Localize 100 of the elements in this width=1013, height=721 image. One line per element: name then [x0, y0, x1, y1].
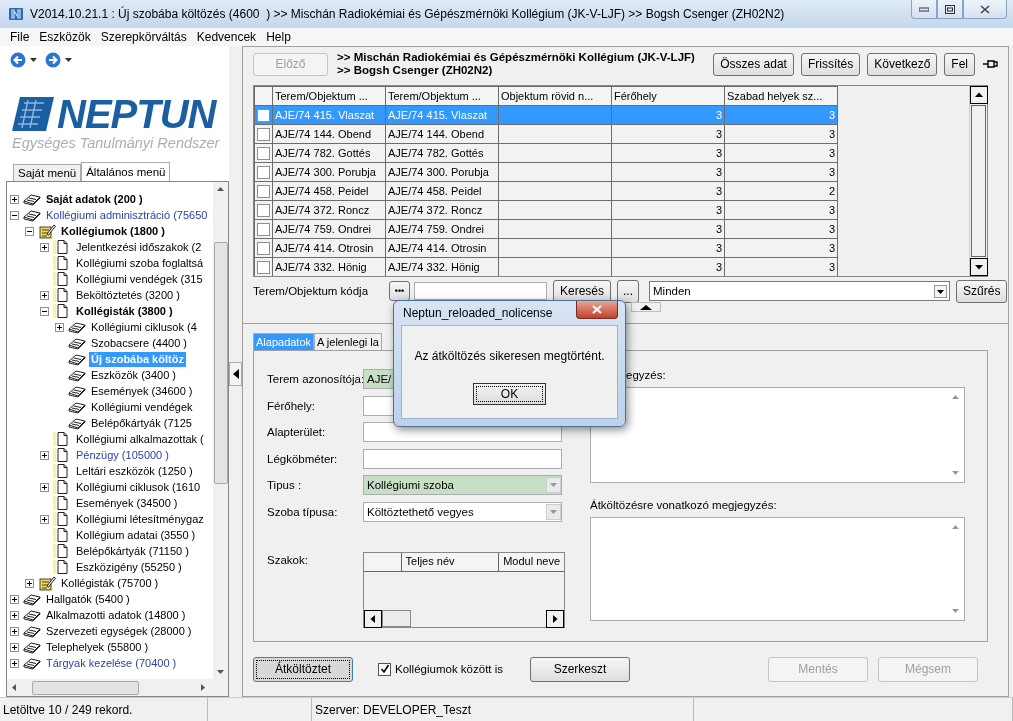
scrollbar-thumb[interactable] — [971, 105, 986, 257]
checkbox-label[interactable]: Kollégiumok között is — [395, 663, 504, 675]
menu-tab[interactable]: Általános menü — [81, 162, 171, 181]
table-row[interactable]: AJE/74 372. Roncz AJE/74 372. Roncz 3 3 — [254, 200, 838, 220]
scrollbar-thumb[interactable] — [382, 609, 411, 627]
table-row[interactable]: AJE/74 144. Obend AJE/74 144. Obend 3 3 — [254, 124, 838, 144]
dropdown-caret-icon[interactable] — [65, 58, 72, 62]
pin-icon[interactable] — [982, 58, 998, 70]
scroll-left-icon[interactable] — [364, 609, 382, 628]
tree-item[interactable]: Szervezeti egységek (28000 ) — [44, 623, 194, 639]
tree-item[interactable]: Beköltöztetés (3200 ) — [74, 287, 182, 303]
dropdown-field[interactable]: Költöztethető vegyes — [363, 501, 562, 522]
tree-item[interactable]: Leltári eszközök (1250 ) — [74, 463, 195, 479]
more-button[interactable]: ... — [617, 279, 640, 303]
menu-item[interactable]: Kedvencek — [191, 30, 262, 44]
column-header[interactable]: Terem/Objektum ... — [272, 86, 386, 106]
tree-item[interactable]: Saját adatok (200 ) — [44, 191, 145, 207]
tree-item[interactable]: Szobacsere (4400 ) — [89, 335, 189, 351]
tree-item[interactable]: Kollégiumi ciklusok (1610 — [74, 479, 203, 495]
tree-item[interactable]: Események (34500 ) — [74, 495, 180, 511]
toolbar-button[interactable]: Összes adat — [713, 52, 794, 76]
table-row[interactable]: AJE/74 782. Gottés AJE/74 782. Gottés 3 3 — [254, 143, 838, 163]
row-checkbox[interactable] — [257, 127, 270, 141]
row-checkbox[interactable] — [257, 165, 270, 179]
ok-button[interactable]: OK — [473, 383, 546, 405]
menu-item[interactable]: Help — [261, 30, 296, 44]
filter-dropdown[interactable]: Minden — [649, 281, 951, 301]
expand-icon[interactable] — [40, 514, 49, 524]
tree-item[interactable]: Kollégisták (3800 ) — [74, 303, 175, 319]
toolbar-button[interactable]: Fel — [944, 52, 975, 76]
tree-item[interactable]: Eszközök (3400 ) — [89, 367, 178, 383]
tree-item[interactable]: Események (34600 ) — [89, 383, 195, 399]
collapse-icon[interactable] — [25, 226, 34, 236]
column-header[interactable]: Teljes név — [401, 552, 500, 571]
tree-item[interactable]: Hallgatók (5400 ) — [44, 591, 132, 607]
filter-button[interactable]: Szűrés — [956, 279, 1008, 303]
collapse-up-icon[interactable] — [631, 302, 661, 312]
row-checkbox[interactable] — [257, 203, 270, 217]
menu-item[interactable]: Szerepkörváltás — [95, 30, 192, 44]
lookup-button[interactable]: ••• — [389, 281, 410, 301]
tree-item[interactable]: Jelentkezési időszakok (2 — [74, 239, 204, 255]
menu-item[interactable]: File — [5, 30, 35, 44]
scroll-down-icon[interactable] — [970, 258, 988, 276]
close-button[interactable] — [576, 301, 618, 319]
row-checkbox[interactable] — [257, 184, 270, 198]
tree-item[interactable]: Alkalmazotti adatok (14800 ) — [44, 607, 188, 623]
checkbox[interactable] — [378, 662, 391, 676]
menu-item[interactable]: Eszközök — [34, 30, 96, 44]
scroll-up-icon[interactable] — [970, 86, 988, 104]
column-header[interactable]: Férőhely — [611, 86, 725, 106]
menu-tab[interactable]: Saját menü — [13, 164, 82, 181]
scrollbar[interactable] — [969, 86, 987, 276]
dropdown-field[interactable]: Kollégiumi szoba — [363, 475, 562, 495]
scrollbar[interactable] — [7, 679, 228, 696]
table-row[interactable]: AJE/74 414. Otrosin AJE/74 414. Otrosin 3 3 — [254, 238, 838, 258]
collapse-icon[interactable] — [10, 210, 19, 220]
collapse-panel-button[interactable] — [229, 362, 242, 386]
expand-icon[interactable] — [10, 194, 19, 204]
tree-item[interactable]: Kollégiumi vendégek — [89, 399, 195, 415]
text-field[interactable] — [363, 448, 562, 469]
column-header[interactable]: Terem/Objektum ... — [385, 86, 499, 106]
row-checkbox[interactable] — [257, 222, 270, 236]
move-button[interactable]: Átköltöztet — [253, 656, 353, 682]
expand-icon[interactable] — [40, 482, 49, 492]
table-row[interactable]: AJE/74 300. Porubja AJE/74 300. Porubja 3 3 — [254, 162, 838, 182]
column-header[interactable]: Szabad helyek sz... — [724, 86, 838, 106]
scrollbar[interactable] — [213, 182, 228, 679]
tree-item[interactable]: Kollégiumi ciklusok (4 — [89, 319, 199, 335]
scroll-right-icon[interactable] — [546, 609, 564, 628]
close-button[interactable] — [963, 0, 1007, 19]
dropdown-caret-icon[interactable] — [30, 58, 37, 62]
tree-item[interactable]: Kollégiumi szoba foglaltsá — [74, 255, 206, 271]
row-checkbox[interactable] — [257, 241, 270, 255]
column-header[interactable]: Objektum rövid n... — [498, 86, 612, 106]
form-tab[interactable]: A jelenlegi la — [314, 333, 382, 350]
tree-item[interactable]: Kollégium adatai (3550 ) — [74, 527, 198, 543]
scrollbar-thumb[interactable] — [32, 680, 139, 695]
row-checkbox[interactable] — [257, 146, 270, 160]
table-row[interactable]: AJE/74 458. Peidel AJE/74 458. Peidel 3 2 — [254, 181, 838, 201]
expand-icon[interactable] — [10, 594, 19, 604]
search-field[interactable] — [414, 282, 547, 300]
row-checkbox[interactable] — [257, 108, 270, 122]
expand-icon[interactable] — [10, 658, 19, 668]
toolbar-button[interactable]: Frissítés — [800, 52, 861, 76]
expand-icon[interactable] — [10, 610, 19, 620]
scrollbar[interactable] — [364, 609, 564, 627]
table-row[interactable]: AJE/74 332. Hönig AJE/74 332. Hönig 3 3 — [254, 257, 838, 276]
search-button[interactable]: Keresés — [553, 279, 612, 303]
tree-item[interactable]: Kollégiumi vendégek (315 — [74, 271, 205, 287]
tree-item[interactable]: Kollégiumi adminisztráció (75650 — [44, 207, 210, 223]
toolbar-button[interactable]: Következő — [867, 52, 938, 76]
back-icon[interactable] — [10, 52, 26, 68]
tree-item[interactable]: Belépőkártyák (71150 ) — [74, 543, 191, 559]
tree-item[interactable]: Kollégisták (75700 ) — [59, 575, 161, 591]
tree-item[interactable]: Belépőkártyák (7125 — [89, 415, 194, 431]
expand-icon[interactable] — [55, 322, 64, 332]
row-checkbox[interactable] — [257, 260, 270, 274]
expand-icon[interactable] — [40, 450, 49, 460]
expand-icon[interactable] — [10, 626, 19, 636]
edit-button[interactable]: Szerkeszt — [530, 656, 631, 682]
